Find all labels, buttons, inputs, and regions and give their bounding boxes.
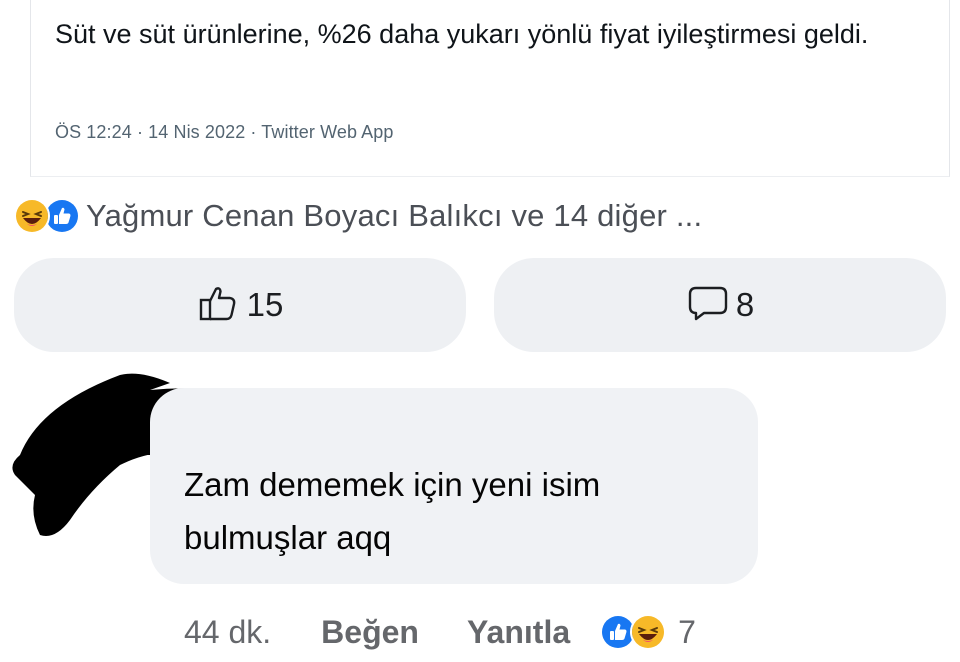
haha-emoji-icon	[14, 198, 50, 234]
like-button[interactable]: 15	[14, 258, 466, 352]
comment-reaction-count: 7	[678, 613, 696, 650]
comment-like-button[interactable]: Beğen	[321, 614, 419, 651]
reactions-summary-text[interactable]: Yağmur Cenan Boyacı Balıkcı ve 14 diğer …	[86, 198, 702, 234]
comment-text: Zam dememek için yeni isim bulmuşlar aqq	[184, 466, 601, 556]
like-count: 15	[246, 286, 284, 323]
comment-bubble-icon	[686, 281, 730, 330]
comment-footer: 44 dk. Beğen Yanıtla 7	[184, 608, 696, 656]
reactions-summary[interactable]: Yağmur Cenan Boyacı Balıkcı ve 14 diğer …	[14, 192, 702, 240]
tweet-card: Süt ve süt ürünlerine, %26 daha yukarı y…	[30, 0, 950, 177]
comment-timestamp[interactable]: 44 dk.	[184, 614, 271, 651]
haha-emoji-icon	[630, 614, 667, 650]
comment-reply-button[interactable]: Yanıtla	[467, 614, 570, 651]
comment-count: 8	[735, 286, 755, 323]
comment-bubble: Zam dememek için yeni isim bulmuşlar aqq	[150, 388, 758, 584]
tweet-text: Süt ve süt ürünlerine, %26 daha yukarı y…	[55, 19, 869, 49]
comment-button[interactable]: 8	[494, 258, 946, 352]
thumbs-up-icon	[197, 281, 241, 330]
tweet-meta[interactable]: ÖS 12:24 · 14 Nis 2022 · Twitter Web App	[55, 122, 394, 143]
comment-reactions[interactable]: 7	[600, 614, 696, 651]
